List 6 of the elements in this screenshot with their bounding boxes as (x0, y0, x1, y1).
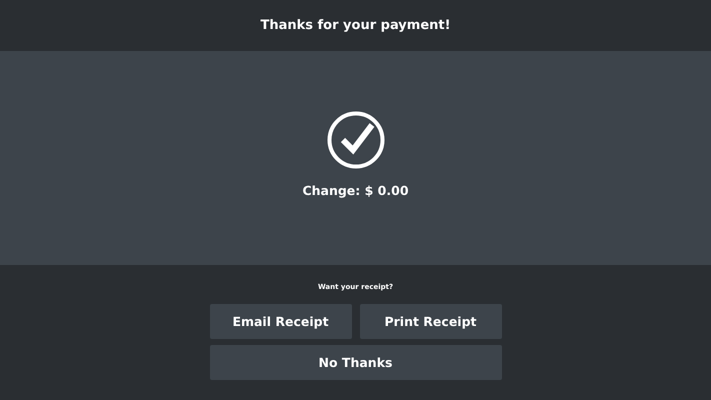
checkmark-circle-icon (326, 110, 386, 170)
header-title: Thanks for your payment! (260, 18, 451, 33)
receipt-button[interactable]: Email Receipt (210, 304, 352, 339)
receipt-button[interactable]: No Thanks (210, 345, 502, 380)
receipt-button[interactable]: Print Receipt (360, 304, 502, 339)
change-amount: Change: $ 0.00 (302, 183, 409, 198)
